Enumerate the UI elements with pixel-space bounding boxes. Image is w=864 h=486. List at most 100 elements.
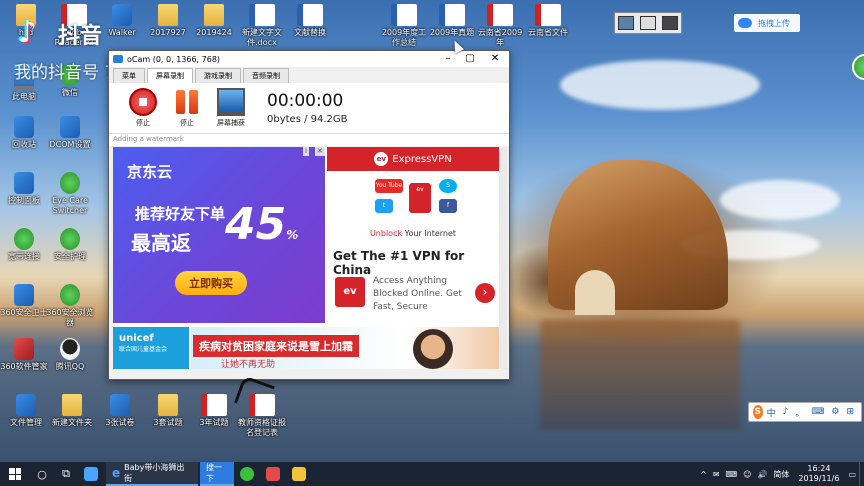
ocam-titlebar[interactable]: oCam (0, 0, 1366, 768) – ▢ ✕ (109, 51, 509, 67)
notification-icon[interactable]: ▭ (848, 470, 856, 479)
desktop-icon-label: 云南省2009年 (477, 28, 523, 47)
tray-mail-icon[interactable]: ✉ (713, 470, 720, 479)
taskbar-app-browser[interactable]: e Baby带小海狮出街 (106, 462, 198, 486)
baidu-upload-widget[interactable]: 拖拽上传 (734, 14, 800, 32)
desktop-icon[interactable]: 文献替换 (284, 4, 336, 38)
desktop-icon-label: DCOM设置 (49, 140, 91, 149)
ime-mode[interactable]: 中 (767, 406, 776, 419)
jd-percent-sign: % (286, 228, 299, 242)
tray-app-icon[interactable]: ☺ (743, 470, 751, 479)
ad-close-icon[interactable]: ✕ (315, 147, 325, 156)
sogou-ime-icon[interactable]: S (753, 405, 763, 419)
minimize-button[interactable]: – (437, 51, 459, 67)
desktop-icon[interactable]: 3张试卷 (94, 394, 146, 428)
ime-settings-icon[interactable]: ⚙ (831, 407, 839, 417)
qq-icon (60, 338, 80, 360)
expressvpn-ad[interactable]: ev ExpressVPN You Tube t ev S f Unblock … (327, 147, 499, 323)
tray-expand-icon[interactable]: ^ (700, 470, 707, 479)
desktop-icon[interactable]: 宽带连接 (0, 228, 50, 262)
clock[interactable]: 16:24 2019/11/6 (798, 464, 839, 484)
tray-keyboard-icon[interactable]: ⌨ (726, 470, 738, 479)
charity-ad[interactable]: 疾病对贫困家庭来说是雪上加霜 让她不再无助 (191, 327, 499, 369)
desktop-icon-label: 新建文字文件.docx (242, 28, 282, 47)
desktop-icon[interactable]: 2009年度工作总结 (378, 4, 430, 48)
grid-icon[interactable] (662, 16, 678, 30)
taskbar: ○ ⧉ e Baby带小海狮出街 搜一下 ^ ✉ ⌨ ☺ 🔊 简体 16:24 … (0, 462, 864, 486)
file-explorer-icon[interactable] (292, 467, 306, 481)
desktop-icon[interactable]: 2009年真题 (426, 4, 478, 38)
jd-percent: 45% (225, 199, 298, 250)
tab-game-record[interactable]: 游戏录制 (195, 68, 241, 83)
task-view-button[interactable]: ⧉ (54, 462, 78, 486)
ocam-toolbar: 停止 停止 屏幕捕获 00:00:00 0bytes / 94.2GB (109, 83, 509, 134)
desktop-icon[interactable]: 云南省2009年 (474, 4, 526, 48)
show-desktop-button[interactable] (859, 462, 864, 486)
jd-percent-value: 45 (225, 199, 287, 250)
tiktok-logo-icon: ♪ (18, 15, 38, 50)
desktop-icon[interactable]: 云南省文件 (522, 4, 574, 38)
desktop-icon-label: 云南省文件 (528, 28, 568, 37)
desktop-icon[interactable]: 360安全卫士 (0, 284, 50, 318)
search-button[interactable]: ○ (30, 462, 54, 486)
desktop-icon[interactable]: 文件管理 (0, 394, 52, 428)
desktop-icon[interactable]: 安全护理 (44, 228, 96, 262)
desktop-icon[interactable]: 新建文字文件.docx (236, 4, 288, 48)
ocam-taskbar-icon[interactable] (266, 467, 280, 481)
desktop-icon[interactable]: 新建文件夹 (46, 394, 98, 428)
ime-menu-icon[interactable]: ⊞ (846, 407, 854, 417)
tab-screen-record[interactable]: 屏幕录制 (147, 68, 193, 83)
desktop-icon-label: 3张试卷 (105, 418, 135, 427)
input-language[interactable]: 简体 (773, 469, 789, 480)
charity-sub: 让她不再无助 (221, 360, 276, 369)
desktop-icon-label: 文件管理 (10, 418, 42, 427)
desktop-icon[interactable]: 控制面板 (0, 172, 50, 206)
monitor-icon[interactable] (618, 16, 634, 30)
pdf-icon (535, 4, 561, 26)
ime-voice-icon[interactable]: ♪ (783, 407, 789, 417)
control-panel-icon (14, 172, 34, 194)
taskbar-app-search[interactable]: 搜一下 (200, 462, 234, 486)
desktop-icon[interactable]: 腾讯QQ (44, 338, 96, 372)
desktop-icon-label: 2009年度工作总结 (381, 28, 427, 47)
close-button[interactable]: ✕ (481, 51, 509, 67)
desktop-icon[interactable]: 回收站 (0, 116, 50, 150)
tab-audio-record[interactable]: 音频录制 (243, 68, 289, 83)
word-doc-icon (297, 4, 323, 26)
jd-buy-button[interactable]: 立即购买 (175, 271, 247, 295)
vpn-arrow-button[interactable]: › (475, 283, 495, 303)
word-doc-icon (249, 4, 275, 26)
desktop-icon[interactable]: 3套试题 (142, 394, 194, 428)
stop-button[interactable]: 停止 (121, 88, 165, 128)
unicef-ad[interactable]: unicef 联合国儿童基金会 (113, 327, 189, 369)
ime-keyboard-icon[interactable]: ⌨ (811, 407, 824, 417)
desktop-icon[interactable]: 2017927 (142, 4, 194, 38)
desktop-icon[interactable]: Walker (96, 4, 148, 38)
volume-icon[interactable]: 🔊 (757, 470, 767, 479)
screen-capture-button[interactable]: 屏幕捕获 (209, 88, 253, 128)
ime-punct[interactable]: 。 (795, 406, 804, 419)
recording-timer: 00:00:00 (267, 91, 344, 111)
scrollbar[interactable] (499, 147, 507, 369)
vpn-tagline: Unblock Your Internet (327, 229, 499, 238)
desktop-icon[interactable]: 360安全浏览器 (44, 284, 96, 328)
maximize-button[interactable]: ▢ (459, 51, 481, 67)
desktop-icon[interactable]: 3年试题 (188, 394, 240, 428)
ie-icon: e (112, 466, 121, 480)
floating-toolbar[interactable] (614, 12, 682, 34)
desktop-icon[interactable]: DCOM设置 (44, 116, 96, 150)
desktop-icon[interactable]: Eye Care Switcher (44, 172, 96, 216)
desktop-icon[interactable]: 360软件管家 (0, 338, 50, 372)
tab-menu[interactable]: 菜单 (113, 68, 145, 83)
desktop-icon-label: 2019424 (196, 28, 232, 37)
start-button[interactable] (0, 462, 30, 486)
ad-info-icon[interactable]: i (303, 147, 309, 156)
jd-cloud-ad[interactable]: 京东云 推荐好友下单 最高返 45% 立即购买 i ✕ (113, 147, 325, 323)
cloud-icon[interactable] (640, 16, 656, 30)
expressvpn-logo-icon: ev (374, 152, 389, 166)
ime-toolbar[interactable]: S 中 ♪ 。 ⌨ ⚙ ⊞ (748, 402, 862, 422)
360-browser-icon[interactable] (240, 467, 254, 481)
desktop-icon[interactable]: 2019424 (188, 4, 240, 38)
pause-button[interactable]: 停止 (165, 88, 209, 128)
app-icon[interactable] (84, 467, 98, 481)
desktop-icon-label: 教师资格证报名登记表 (238, 418, 286, 437)
